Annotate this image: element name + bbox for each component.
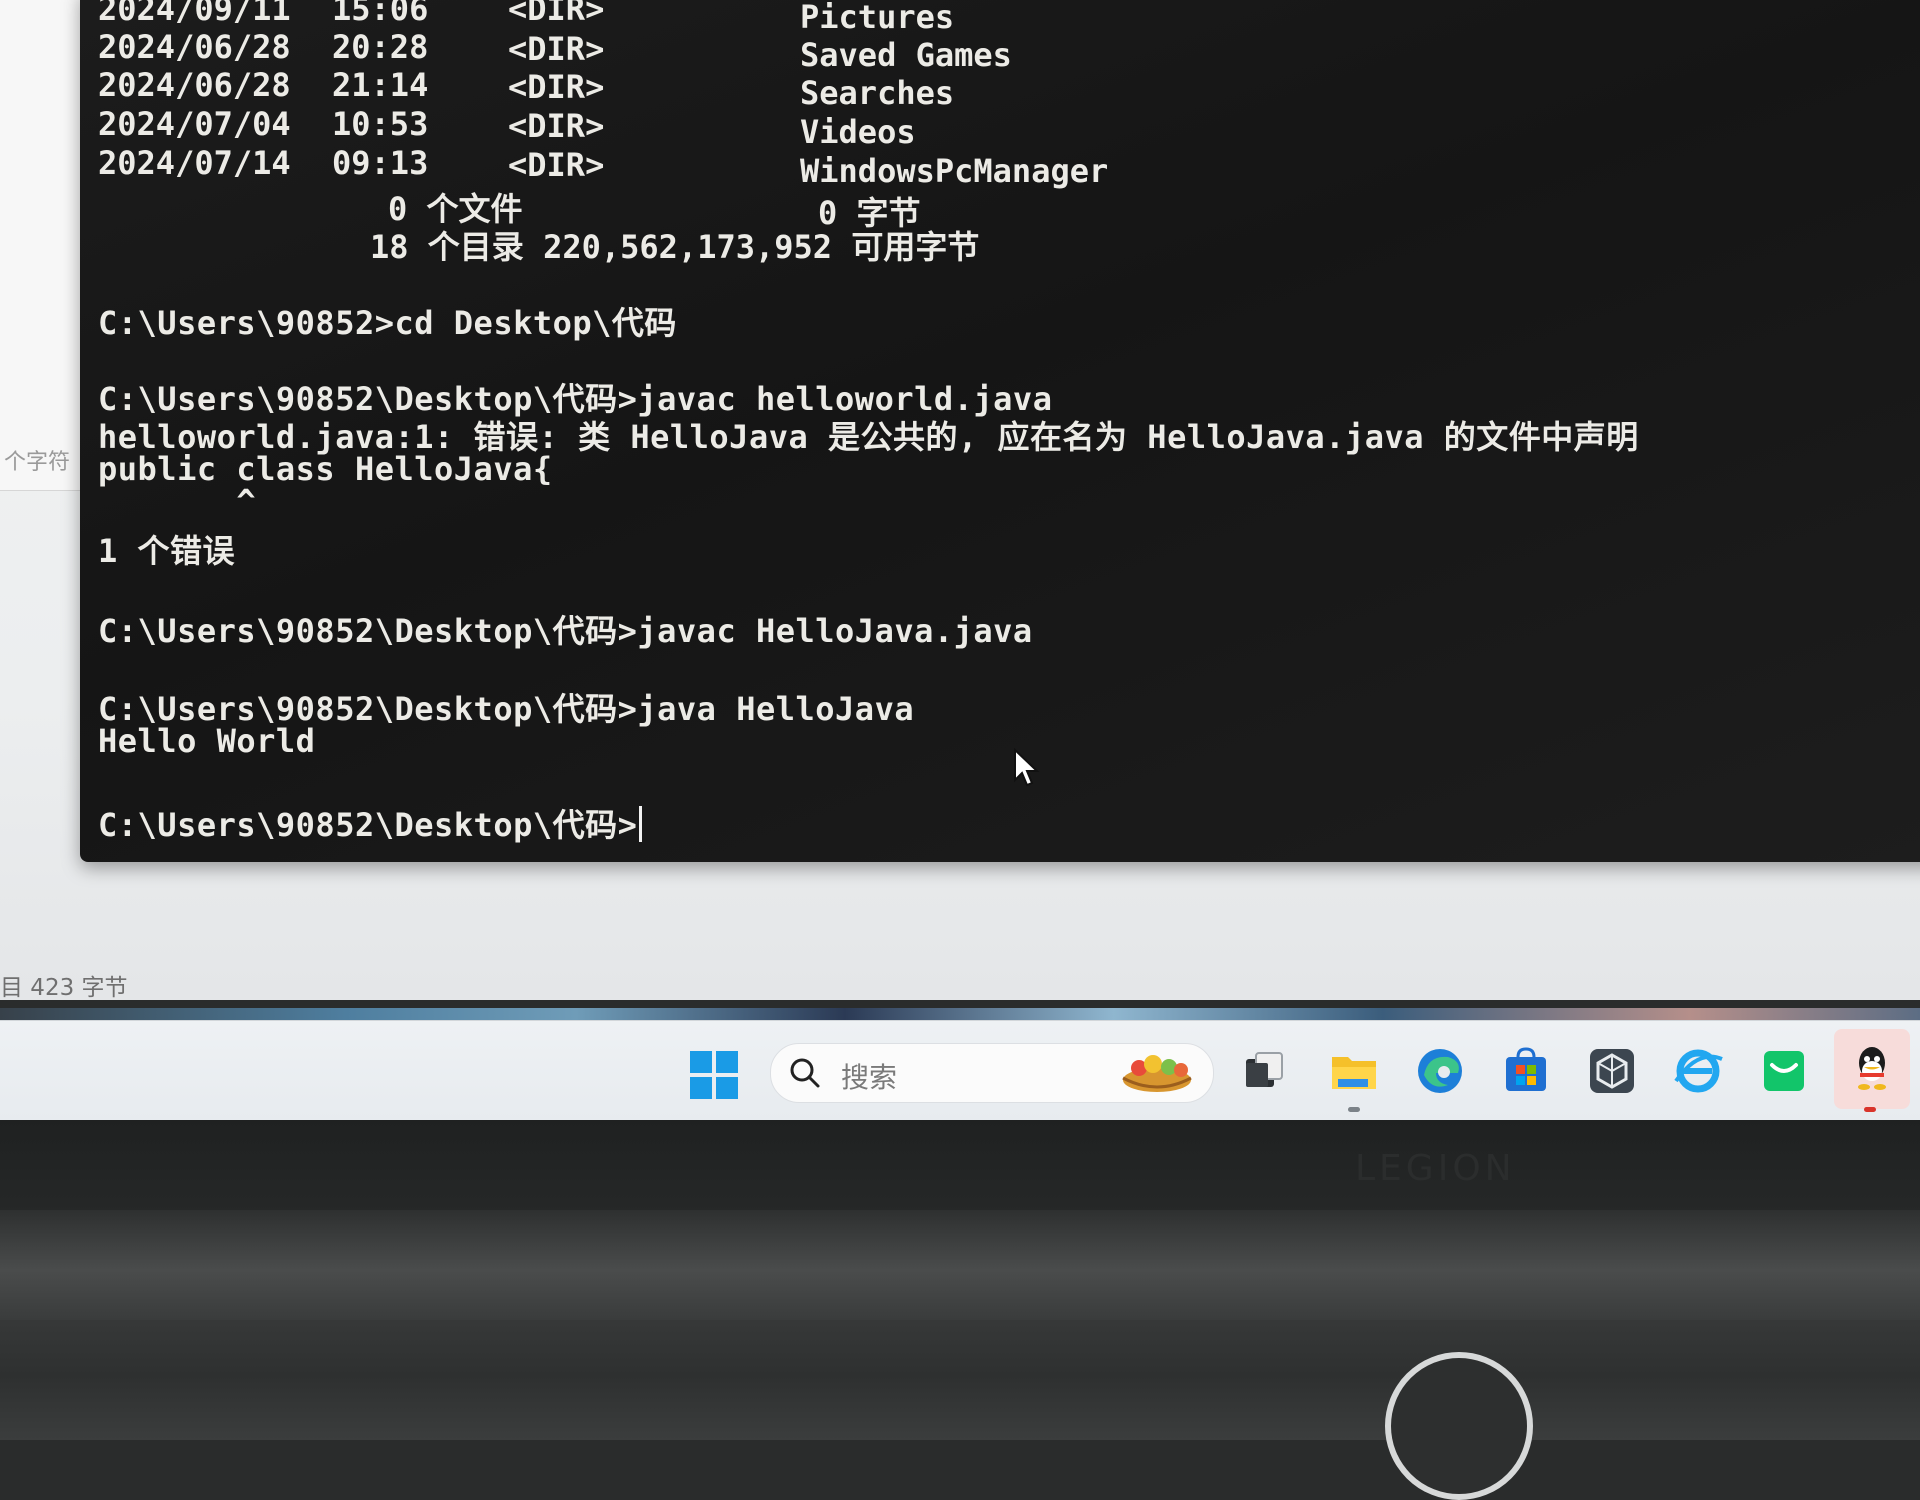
laptop-hinge bbox=[0, 1210, 1920, 1320]
dir-time: 15:06 bbox=[332, 0, 429, 28]
dir-type: <DIR> bbox=[508, 0, 605, 28]
dir-type: <DIR> bbox=[508, 107, 605, 145]
fruit-basket-icon bbox=[1122, 1055, 1192, 1092]
search-placeholder: 搜索 bbox=[841, 1061, 898, 1094]
dir-name: Searches bbox=[800, 74, 955, 112]
background-window bbox=[0, 0, 81, 490]
dir-name: Saved Games bbox=[800, 36, 1012, 74]
dir-type: <DIR> bbox=[508, 146, 605, 184]
dir-time: 21:14 bbox=[332, 66, 429, 104]
taskbar-search[interactable]: 搜索 bbox=[770, 1043, 1214, 1103]
dir-date: 2024/09/11 bbox=[98, 0, 291, 28]
dir-time: 10:53 bbox=[332, 105, 429, 143]
qq-icon[interactable] bbox=[1846, 1041, 1898, 1093]
error-count: 1 个错误 bbox=[98, 532, 236, 570]
prompt-text: C:\Users\90852\Desktop\代码> bbox=[98, 806, 638, 844]
windows-start-icon[interactable] bbox=[690, 1051, 738, 1099]
background-window-label: 个字符 bbox=[4, 450, 71, 475]
cube-app-icon[interactable] bbox=[1586, 1045, 1638, 1097]
terminal-line: C:\Users\90852>cd Desktop\代码 bbox=[98, 304, 677, 342]
power-button[interactable] bbox=[1385, 1352, 1533, 1500]
dir-date: 2024/07/14 bbox=[98, 144, 291, 182]
dir-time: 20:28 bbox=[332, 28, 429, 66]
dir-type: <DIR> bbox=[508, 68, 605, 106]
taskbar: 搜索 bbox=[0, 1020, 1920, 1121]
task-view-icon[interactable] bbox=[1238, 1045, 1290, 1097]
terminal-line: C:\Users\90852\Desktop\代码>javac HelloJav… bbox=[98, 612, 1033, 650]
brand-logo: LEGION bbox=[1355, 1148, 1516, 1189]
running-indicator bbox=[1864, 1107, 1876, 1112]
dir-time: 09:13 bbox=[332, 144, 429, 182]
ie-browser-icon[interactable] bbox=[1672, 1045, 1724, 1097]
background-status-text: 目 423 字节 bbox=[0, 975, 128, 1000]
dir-date: 2024/06/28 bbox=[98, 28, 291, 66]
file-explorer-icon[interactable] bbox=[1328, 1045, 1380, 1097]
microsoft-store-icon[interactable] bbox=[1500, 1045, 1552, 1097]
dir-date: 2024/06/28 bbox=[98, 66, 291, 104]
edge-icon[interactable] bbox=[1414, 1045, 1466, 1097]
dir-name: Pictures bbox=[800, 0, 955, 36]
dir-date: 2024/07/04 bbox=[98, 105, 291, 143]
green-app-icon[interactable] bbox=[1758, 1045, 1810, 1097]
terminal-window[interactable]: 2024/09/11 15:06 <DIR> Pictures 2024/06/… bbox=[80, 0, 1920, 862]
dir-type: <DIR> bbox=[508, 30, 605, 68]
search-icon bbox=[790, 1058, 820, 1088]
error-caret: ^ bbox=[98, 482, 257, 520]
divider bbox=[0, 490, 80, 491]
program-output: Hello World bbox=[98, 722, 316, 760]
dir-name: Videos bbox=[800, 113, 916, 151]
dir-name: WindowsPcManager bbox=[800, 152, 1109, 190]
mouse-pointer-icon bbox=[1014, 748, 1040, 787]
command-prompt[interactable]: C:\Users\90852\Desktop\代码> bbox=[98, 800, 643, 846]
summary-dirs: 18 个目录 220,562,173,952 可用字节 bbox=[370, 228, 980, 266]
text-cursor bbox=[639, 806, 643, 842]
running-indicator bbox=[1348, 1107, 1360, 1112]
screen: 个字符 目 423 字节 2024/09/11 15:06 <DIR> Pict… bbox=[0, 0, 1920, 1000]
